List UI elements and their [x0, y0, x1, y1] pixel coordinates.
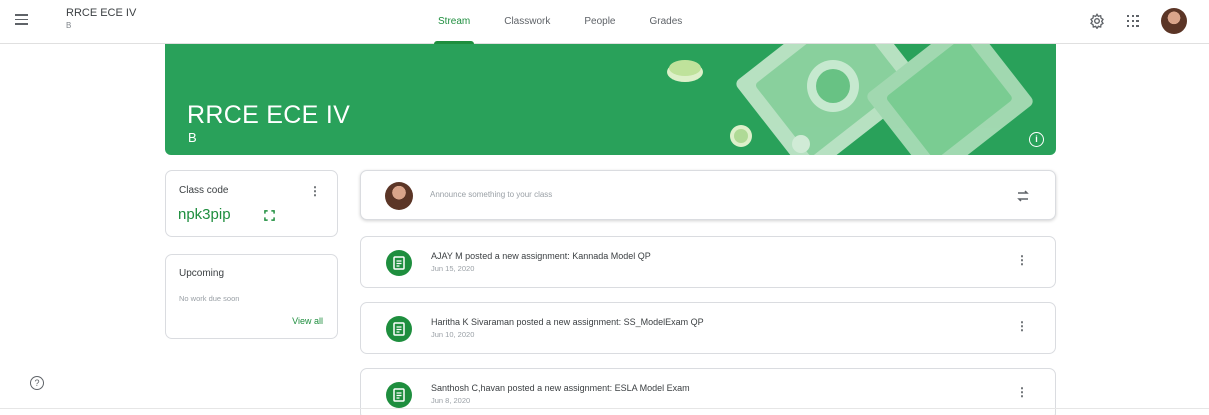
assignment-icon	[386, 316, 412, 342]
upcoming-title: Upcoming	[179, 268, 225, 279]
class-title[interactable]: RRCE ECE IV	[66, 7, 136, 19]
fullscreen-icon[interactable]	[264, 210, 275, 221]
announce-input[interactable]: Announce something to your class	[430, 190, 552, 199]
post-date: Jun 15, 2020	[431, 264, 475, 273]
info-icon[interactable]: i	[1029, 132, 1044, 147]
top-actions	[1089, 8, 1187, 34]
tab-stream[interactable]: Stream	[426, 0, 482, 44]
menu-icon[interactable]	[13, 11, 31, 29]
divider	[0, 408, 1209, 409]
post-date: Jun 8, 2020	[431, 396, 471, 405]
more-vert-icon[interactable]: ⋮	[309, 184, 321, 198]
tab-classwork[interactable]: Classwork	[492, 0, 562, 44]
help-icon[interactable]: ?	[30, 376, 44, 390]
class-code-label: Class code	[179, 185, 229, 196]
repost-icon[interactable]	[1015, 188, 1031, 204]
more-vert-icon[interactable]: ⋮	[1016, 385, 1028, 399]
avatar[interactable]	[1161, 8, 1187, 34]
class-banner: RRCE ECE IV B i	[165, 44, 1056, 155]
avatar	[385, 182, 413, 210]
announce-box[interactable]: Announce something to your class	[360, 170, 1056, 220]
stream-post[interactable]: AJAY M posted a new assignment: Kannada …	[360, 236, 1056, 288]
stream-post[interactable]: Haritha K Sivaraman posted a new assignm…	[360, 302, 1056, 354]
more-vert-icon[interactable]: ⋮	[1016, 319, 1028, 333]
tab-people[interactable]: People	[572, 0, 627, 44]
post-title[interactable]: AJAY M posted a new assignment: Kannada …	[431, 251, 651, 261]
upcoming-empty-text: No work due soon	[179, 294, 240, 303]
banner-illustration	[667, 44, 1033, 155]
tab-bar: Stream Classwork People Grades	[426, 0, 704, 44]
banner-section: B	[188, 130, 197, 145]
tab-grades[interactable]: Grades	[638, 0, 695, 44]
banner-title: RRCE ECE IV	[187, 101, 351, 129]
class-code-value: npk3pip	[178, 206, 231, 223]
gear-icon[interactable]	[1089, 13, 1105, 29]
apps-grid-icon[interactable]	[1127, 15, 1139, 27]
post-title[interactable]: Haritha K Sivaraman posted a new assignm…	[431, 317, 704, 327]
class-section: B	[66, 21, 72, 30]
assignment-icon	[386, 382, 412, 408]
post-title[interactable]: Santhosh C,havan posted a new assignment…	[431, 383, 690, 393]
assignment-icon	[386, 250, 412, 276]
post-date: Jun 10, 2020	[431, 330, 475, 339]
top-app-bar: RRCE ECE IV B Stream Classwork People Gr…	[0, 0, 1209, 44]
view-all-link[interactable]: View all	[292, 316, 323, 326]
class-code-card: Class code ⋮ npk3pip	[165, 170, 338, 237]
more-vert-icon[interactable]: ⋮	[1016, 253, 1028, 267]
upcoming-card: Upcoming No work due soon View all	[165, 254, 338, 339]
